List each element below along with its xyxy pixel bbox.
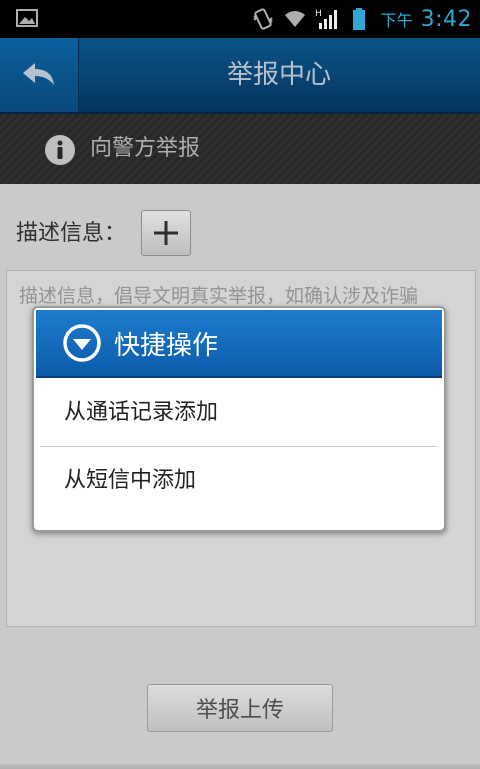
quick-actions-dialog: 快捷操作 从通话记录添加 从短信中添加 — [32, 306, 446, 532]
dialog-header: 快捷操作 — [36, 310, 442, 378]
chevron-down-circle-icon — [63, 324, 101, 362]
dialog-title: 快捷操作 — [114, 330, 219, 361]
screen: H 下午 3:42 举报中心 向警方举报 描述信息： 描述信息，倡导文明真实举报… — [0, 0, 480, 769]
dialog-divider — [40, 446, 438, 447]
add-from-call-log-item[interactable]: 从通话记录添加 — [34, 380, 444, 446]
add-from-sms-item[interactable]: 从短信中添加 — [34, 448, 444, 514]
